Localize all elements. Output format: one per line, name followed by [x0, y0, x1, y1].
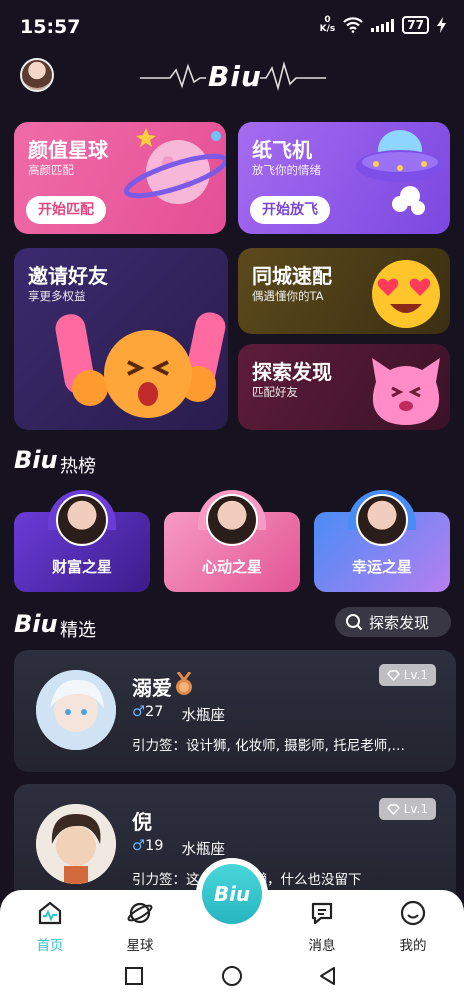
- card-subtitle: 偶遇懂你的TA: [252, 289, 324, 303]
- user-avatar: [36, 670, 116, 750]
- heart-eyes-emoji-icon: [372, 260, 440, 328]
- search-icon: [346, 614, 363, 631]
- user-zodiac: 水瓶座: [181, 842, 225, 858]
- card-face-planet[interactable]: 颜值星球 高颜匹配 开始匹配: [14, 122, 226, 234]
- net-speed: 0 K/s: [319, 15, 336, 34]
- card-subtitle: 匹配好友: [252, 385, 298, 399]
- signal-icon: [371, 18, 395, 32]
- app-logo: Biu: [140, 56, 326, 96]
- center-biu-label: Biu: [202, 864, 262, 924]
- nav-planet[interactable]: 星球: [110, 900, 170, 954]
- level-badge: Lv.1: [378, 664, 436, 686]
- card-title: 邀请好友: [28, 264, 108, 288]
- status-time: 15:57: [20, 16, 81, 38]
- pink-monster-icon: [372, 358, 440, 425]
- hot-card-heart[interactable]: 心动之星: [164, 490, 300, 592]
- start-match-button[interactable]: 开始匹配: [26, 196, 106, 224]
- charging-icon: [437, 17, 446, 33]
- start-fly-button[interactable]: 开始放飞: [250, 196, 330, 224]
- medal-icon: [176, 672, 192, 695]
- profile-icon: [400, 900, 426, 926]
- user-meta: ♂19 水瓶座: [132, 838, 225, 859]
- wifi-icon: [343, 17, 364, 33]
- nav-label: 我的: [399, 938, 427, 954]
- message-icon: [311, 902, 333, 925]
- profile-avatar[interactable]: [20, 58, 54, 92]
- section-title-hot: 热榜: [60, 456, 96, 477]
- battery-icon: 77: [402, 16, 429, 34]
- planet-icon: [123, 128, 226, 204]
- section-title-featured: 精选: [60, 620, 96, 641]
- avatar: [56, 494, 108, 546]
- hot-card-label: 财富之星: [51, 558, 112, 576]
- gender-icon: ♂: [132, 838, 145, 854]
- card-subtitle: 放飞你的情绪: [252, 163, 321, 177]
- card-paper-plane[interactable]: 纸飞机 放飞你的情绪 开始放飞: [238, 122, 450, 234]
- recent-apps-icon[interactable]: [124, 966, 144, 986]
- ufo-icon: [356, 130, 444, 215]
- card-title: 探索发现: [252, 360, 332, 384]
- diamond-icon: [386, 803, 400, 815]
- level-badge: Lv.1: [378, 798, 436, 820]
- nav-label: 首页: [36, 938, 64, 954]
- nav-messages[interactable]: 消息: [292, 900, 352, 954]
- section-logo: Biu: [14, 610, 58, 638]
- status-icons: 0 K/s 77: [320, 16, 446, 34]
- section-logo: Biu: [14, 446, 58, 474]
- user-avatar: [36, 804, 116, 884]
- card-title: 颜值星球: [28, 138, 108, 162]
- explore-search-button[interactable]: 探索发现: [335, 607, 451, 637]
- user-name: 倪: [132, 810, 152, 834]
- center-biu-button[interactable]: Biu: [196, 858, 268, 930]
- emoji-illustration: [55, 312, 226, 418]
- user-age: 19: [145, 838, 164, 854]
- avatar: [206, 494, 258, 546]
- nav-profile[interactable]: 我的: [383, 900, 443, 954]
- user-age: 27: [145, 704, 164, 720]
- user-meta: ♂27 水瓶座: [132, 704, 225, 725]
- search-label: 探索发现: [369, 613, 430, 632]
- nav-label: 星球: [126, 938, 154, 954]
- card-explore[interactable]: 探索发现 匹配好友: [238, 344, 450, 430]
- nav-label: 消息: [308, 938, 336, 954]
- hot-card-label: 心动之星: [201, 558, 262, 576]
- avatar: [356, 494, 408, 546]
- card-city-match[interactable]: 同城速配 偶遇懂你的TA: [238, 248, 450, 334]
- card-invite-friends[interactable]: 邀请好友 享更多权益: [14, 248, 228, 430]
- nav-home[interactable]: 首页: [20, 900, 80, 954]
- hot-card-wealth[interactable]: 财富之星: [14, 490, 150, 592]
- card-title: 同城速配: [252, 264, 332, 288]
- planet-nav-icon: [127, 902, 153, 924]
- hot-card-lucky[interactable]: 幸运之星: [314, 490, 450, 592]
- user-zodiac: 水瓶座: [181, 708, 225, 724]
- card-title: 纸飞机: [252, 138, 312, 162]
- card-subtitle: 享更多权益: [28, 289, 86, 303]
- gender-icon: ♂: [132, 704, 145, 720]
- logo-text: Biu: [208, 60, 262, 93]
- card-subtitle: 高颜匹配: [28, 163, 74, 177]
- back-icon[interactable]: [318, 966, 338, 986]
- user-name: 溺爱: [132, 676, 172, 700]
- diamond-icon: [386, 669, 400, 681]
- hot-card-label: 幸运之星: [351, 558, 412, 576]
- user-card[interactable]: 溺爱 Lv.1 ♂27 水瓶座 引力签：设计狮, 化妆师, 摄影师, 托尼老师,…: [14, 650, 456, 772]
- status-bar: 15:57 0 K/s 77: [0, 0, 464, 52]
- home-icon: [38, 901, 62, 925]
- user-tags: 引力签：设计狮, 化妆师, 摄影师, 托尼老师,…: [132, 738, 406, 754]
- home-system-icon[interactable]: [221, 965, 243, 987]
- user-tags: 引力签：这个家伙很懒，什么也没留下: [132, 868, 432, 888]
